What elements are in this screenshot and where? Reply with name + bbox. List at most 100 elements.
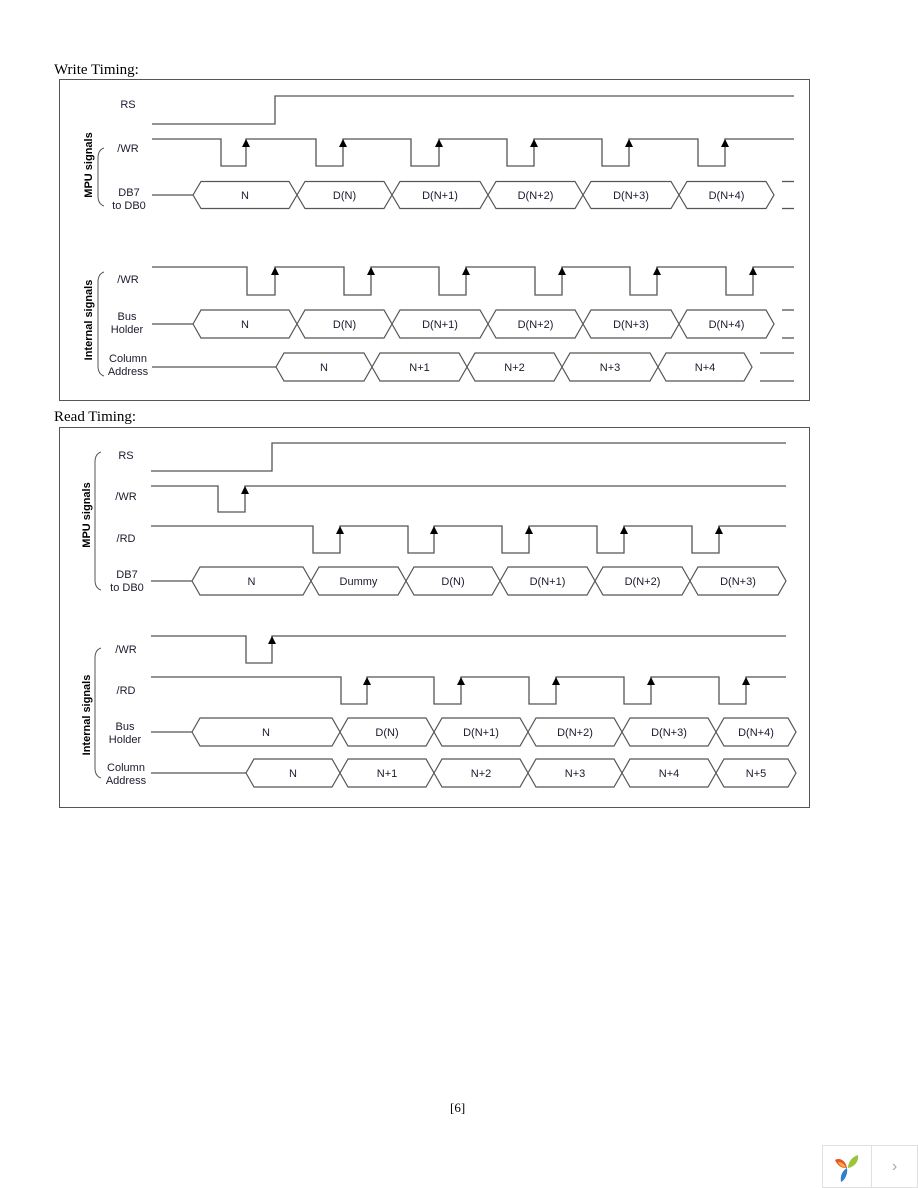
write-rs-label: RS [120, 99, 135, 111]
read-rd-label: /RD [117, 533, 136, 545]
read-bus-label-line2: Holder [109, 734, 142, 746]
chevron-right-icon[interactable]: › [892, 1158, 897, 1176]
read-wr-label: /WR [115, 491, 136, 503]
read-mpu-brace [94, 451, 102, 591]
viewer-nav-widget: › [822, 1145, 918, 1188]
write-wr-label: /WR [117, 143, 138, 155]
page-number: [6] [450, 1100, 466, 1115]
write-int-wr-label: /WR [117, 274, 138, 286]
read-bus-bus-value: D(N+2) [557, 727, 593, 739]
write-bus-bus-value: D(N+1) [422, 319, 458, 331]
write-bus-label-line2: Holder [111, 324, 144, 336]
read-wr-wave-rising-edge-arrow [241, 486, 249, 494]
read-bus-bus-value: D(N+1) [463, 727, 499, 739]
read-col-bus-value: N+4 [659, 768, 680, 780]
write-db-bus-value: D(N+4) [709, 190, 745, 202]
read-int-rd-wave [151, 676, 786, 705]
write-rs-wave [152, 95, 794, 125]
timing-diagrams-canvas: MPU signalsRS/WRDB7to DB0N D(N) D(N+1) D(N+… [81, 95, 797, 788]
write-db-label-line1: DB7 [118, 187, 139, 199]
write-int-wr-wave [152, 266, 794, 296]
write-db-label-line2: to DB0 [112, 200, 146, 212]
read-db-bus-value: D(N+2) [625, 576, 661, 588]
write-col-label-line1: Column [109, 353, 147, 365]
write-bus-label-line1: Bus [118, 311, 137, 323]
read-col-bus-value: N+3 [565, 768, 586, 780]
write-mpu-signals-label: MPU signals [83, 132, 95, 197]
read-rd-wave-rising-edge-arrow [620, 526, 628, 534]
read-bus-label-line1: Bus [116, 721, 135, 733]
write-wr-wave-rising-edge-arrow [242, 139, 250, 147]
read-internal-signals-label: Internal signals [81, 675, 93, 756]
read-int-rd-wave-rising-edge-arrow [647, 677, 655, 685]
read-db-bus-value: D(N+1) [530, 576, 566, 588]
read-int-rd-wave-rising-edge-arrow [552, 677, 560, 685]
write-col-bus-value: N [320, 362, 328, 374]
write-col-bus-value: N+1 [409, 362, 430, 374]
read-bus-bus-value: D(N+4) [738, 727, 774, 739]
write-mpu-brace [97, 147, 105, 207]
read-rd-wave-rising-edge-arrow [430, 526, 438, 534]
read-internal-brace [94, 647, 102, 779]
write-wr-wave [152, 138, 794, 167]
read-int-wr-wave-rising-edge-arrow [268, 636, 276, 644]
read-db-bus-value: Dummy [340, 576, 378, 588]
write-wr-wave-rising-edge-arrow [721, 139, 729, 147]
read-rd-wave-rising-edge-arrow [715, 526, 723, 534]
read-db-bus-value: D(N+3) [720, 576, 756, 588]
write-internal-brace [97, 271, 105, 377]
write-db-bus-value: N [241, 190, 249, 202]
read-int-rd-wave-rising-edge-arrow [363, 677, 371, 685]
write-int-wr-wave-rising-edge-arrow [653, 267, 661, 275]
read-int-rd-wave-rising-edge-arrow [742, 677, 750, 685]
write-col-bus-value: N+3 [600, 362, 621, 374]
write-db-bus-value: D(N) [333, 190, 356, 202]
read-int-rd-label: /RD [117, 685, 136, 697]
write-int-wr-wave-rising-edge-arrow [462, 267, 470, 275]
write-int-wr-wave-rising-edge-arrow [367, 267, 375, 275]
read-int-wr-wave [151, 635, 786, 664]
read-bus-bus-value: D(N+3) [651, 727, 687, 739]
write-col-label-line2: Address [108, 366, 149, 378]
read-col-label-line1: Column [107, 762, 145, 774]
read-rs-wave [151, 442, 786, 472]
read-int-rd-wave-rising-edge-arrow [457, 677, 465, 685]
app-logo-icon[interactable] [823, 1146, 872, 1187]
write-int-wr-wave-rising-edge-arrow [271, 267, 279, 275]
write-db-bus-value: D(N+1) [422, 190, 458, 202]
read-rd-wave [151, 525, 786, 554]
next-page-button[interactable]: › [872, 1146, 917, 1187]
write-bus-bus-value: D(N+2) [518, 319, 554, 331]
read-rd-wave-rising-edge-arrow [336, 526, 344, 534]
write-wr-wave-rising-edge-arrow [530, 139, 538, 147]
read-bus-bus-value: N [262, 727, 270, 739]
read-col-bus-value: N+5 [746, 768, 767, 780]
read-col-label-line2: Address [106, 775, 147, 787]
read-int-wr-label: /WR [115, 644, 136, 656]
write-bus-bus-value: D(N+3) [613, 319, 649, 331]
read-col-bus-value: N [289, 768, 297, 780]
read-db-bus-value: N [248, 576, 256, 588]
write-int-wr-wave-rising-edge-arrow [749, 267, 757, 275]
write-bus-bus-value: D(N+4) [709, 319, 745, 331]
read-rs-label: RS [118, 450, 133, 462]
write-db-bus-value: D(N+2) [518, 190, 554, 202]
write-int-wr-wave-rising-edge-arrow [558, 267, 566, 275]
read-bus-bus-value: D(N) [375, 727, 398, 739]
write-wr-wave-rising-edge-arrow [625, 139, 633, 147]
write-col-bus-value: N+4 [695, 362, 716, 374]
write-db-bus-value: D(N+3) [613, 190, 649, 202]
read-rd-wave-rising-edge-arrow [525, 526, 533, 534]
write-bus-bus-value: D(N) [333, 319, 356, 331]
read-db-label-line2: to DB0 [110, 582, 144, 594]
write-wr-wave-rising-edge-arrow [435, 139, 443, 147]
read-mpu-signals-label: MPU signals [81, 482, 93, 547]
write-wr-wave-rising-edge-arrow [339, 139, 347, 147]
read-db-bus-value: D(N) [441, 576, 464, 588]
read-col-bus-value: N+2 [471, 768, 492, 780]
write-col-bus-value: N+2 [504, 362, 525, 374]
read-col-bus-value: N+1 [377, 768, 398, 780]
write-internal-signals-label: Internal signals [83, 280, 95, 361]
write-bus-bus-value: N [241, 319, 249, 331]
read-db-label-line1: DB7 [116, 569, 137, 581]
